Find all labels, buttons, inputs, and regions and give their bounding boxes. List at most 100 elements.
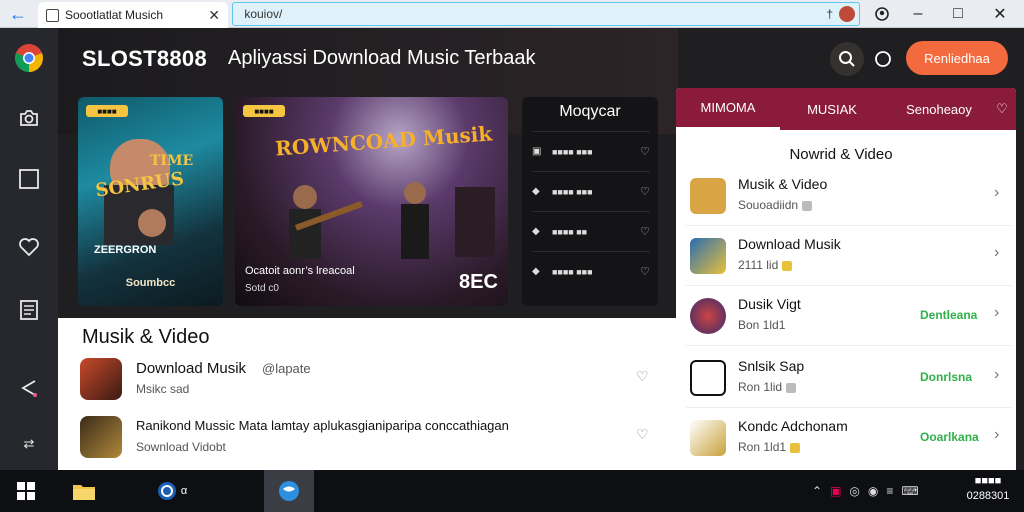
chevron-right-icon[interactable]: ›	[994, 426, 999, 444]
item-thumbnail	[80, 358, 122, 400]
item-meta: Ron 1lid	[738, 380, 797, 394]
tray-app-icon[interactable]: ▣	[830, 484, 841, 498]
tab-musiak[interactable]: MUSIAK	[780, 88, 884, 130]
item-title: Download Musik	[136, 360, 247, 377]
app-icon	[690, 360, 726, 396]
heart-icon[interactable]: ♡	[640, 145, 650, 158]
back-arrow-icon[interactable]: ←	[6, 3, 30, 25]
download-action[interactable]: Dentleana	[920, 308, 977, 322]
maximize-icon[interactable]: □	[938, 0, 978, 28]
item-handle: @lapate	[262, 361, 311, 376]
page-headline: Apliyassi Download Music Terbaak	[228, 47, 536, 69]
card-caption: Soumbcc	[125, 277, 176, 289]
heart-icon[interactable]: ♡	[640, 265, 650, 278]
address-bar[interactable]: kouiov/ †	[232, 2, 860, 26]
download-action[interactable]: Donrlsna	[920, 370, 972, 384]
item-meta: Bon 1ld1	[738, 318, 786, 332]
tab-close-icon[interactable]: ✕	[208, 7, 220, 24]
document-list-icon[interactable]	[13, 294, 45, 326]
panel-list-item[interactable]: Snlsik Sap Ron 1lid Donrlsna ›	[686, 352, 1012, 408]
brand-logo[interactable]: SLOST8808	[82, 46, 207, 72]
taskbar-browser-icon[interactable]	[264, 470, 314, 512]
url-text: kouiov/	[241, 7, 283, 21]
section-title: Musik & Video	[82, 326, 210, 348]
heart-icon[interactable]	[13, 231, 45, 263]
item-meta: Sownload Vidobt	[136, 440, 226, 454]
download-cta-button[interactable]: Renliedhaa	[906, 41, 1008, 75]
tab-mimoma[interactable]: MIMOMA	[676, 88, 780, 130]
side-list-item[interactable]: ◆ ■■■■ ■■ ♡	[532, 211, 650, 251]
minimize-icon[interactable]: –	[898, 0, 938, 28]
card-meta: Sotd c0	[245, 283, 279, 294]
panel-list-item[interactable]: Download Musik 2111 lid ›	[686, 230, 1012, 286]
panel-title: Nowrid & Video	[789, 146, 893, 163]
profile-avatar[interactable]	[839, 6, 855, 22]
keyboard-icon[interactable]: ⌨	[901, 484, 918, 498]
windows-start-icon[interactable]	[8, 470, 44, 512]
share-icon[interactable]	[13, 372, 45, 404]
extension-icon[interactable]: †	[826, 7, 833, 21]
heart-icon[interactable]: ♡	[636, 426, 649, 443]
item-name: Musik & Video	[738, 176, 828, 192]
svg-text:TIME: TIME	[150, 153, 193, 169]
close-window-icon[interactable]: ✕	[980, 0, 1020, 28]
app-icon	[690, 420, 726, 456]
item-meta: Ron 1ld1	[738, 440, 801, 454]
poster-subtitle: ZEERGRON	[94, 244, 156, 256]
heart-icon[interactable]: ♡	[640, 225, 650, 238]
chevron-up-icon[interactable]: ⌃	[812, 484, 822, 498]
right-panel-tabs: MIMOMA MUSIAK Senoheaoy ♡	[676, 88, 1016, 130]
taskbar-clock[interactable]: ■■■■ 0288301	[958, 474, 1018, 504]
app-icon	[690, 298, 726, 334]
sync-icon[interactable]: ⇄	[13, 428, 45, 460]
search-icon[interactable]	[830, 42, 864, 76]
item-thumbnail	[80, 416, 122, 458]
heart-icon[interactable]: ♡	[636, 368, 649, 385]
panel-list-item[interactable]: Kondc Adchonam Ron 1ld1 Ooarlkana ›	[686, 412, 1012, 468]
card-badge: ■■■■	[243, 105, 285, 117]
tab-senoheaoy[interactable]: Senoheaoy	[884, 88, 994, 130]
featured-card-concert[interactable]: ■■■■ ROWNCOAD Musik Ocatoit aonr’s lreac…	[235, 97, 508, 306]
card-title: ROWNCOAD Musik	[274, 121, 493, 161]
clock-time: ■■■■	[974, 475, 1002, 487]
favorites-icon[interactable]	[866, 42, 900, 76]
list-item[interactable]: Download Musik @lapate Msikc sad ♡	[80, 358, 660, 404]
item-meta: Msikc sad	[136, 382, 190, 396]
side-list-item[interactable]: ◆ ■■■■ ■■■ ♡	[532, 171, 650, 211]
chevron-right-icon[interactable]: ›	[994, 244, 999, 262]
list-item-icon: ◆	[532, 185, 540, 197]
chevron-right-icon[interactable]: ›	[994, 366, 999, 384]
side-list-item[interactable]: ▣ ■■■■ ■■■ ♡	[532, 131, 650, 171]
chevron-right-icon[interactable]: ›	[994, 184, 999, 202]
system-tray: ⌃ ▣ ◎ ◉ ≡ ⌨	[812, 478, 919, 504]
panel-list-item[interactable]: Musik & Video Souoadiidn ›	[686, 170, 1012, 226]
side-list-item[interactable]: ◆ ■■■■ ■■■ ♡	[532, 251, 650, 291]
download-action[interactable]: Ooarlkana	[920, 430, 979, 444]
heart-icon[interactable]: ♡	[640, 185, 650, 198]
taskbar-app[interactable]: α	[148, 470, 196, 512]
app-icon	[690, 238, 726, 274]
camera-icon[interactable]	[13, 102, 45, 134]
card-badge: ■■■■	[86, 105, 128, 117]
featured-card-poster[interactable]: ■■■■ SONRUS TIME ZEERGRON Soumbcc	[78, 97, 223, 306]
list-item-icon: ▣	[532, 145, 542, 157]
network-icon[interactable]: ◎	[849, 484, 859, 498]
app-circle-icon	[157, 482, 176, 500]
heart-icon[interactable]: ♡	[988, 88, 1016, 130]
chevron-right-icon[interactable]: ›	[994, 304, 999, 322]
concert-artwork	[289, 182, 495, 259]
list-item-icon: ◆	[532, 225, 540, 237]
browser-tab[interactable]: Soootlatlat Musich ✕	[38, 2, 228, 28]
chrome-logo-icon[interactable]	[13, 42, 45, 74]
card-count: 8EC	[459, 271, 498, 293]
account-icon[interactable]	[862, 0, 902, 28]
clock-date: 0288301	[966, 490, 1010, 502]
square-icon[interactable]	[13, 163, 45, 195]
side-list-panel: Moqycar ▣ ■■■■ ■■■ ♡ ◆ ■■■■ ■■■ ♡ ◆ ■■■■ ■■ ♡ …	[522, 97, 658, 306]
item-name: Dusik Vigt	[738, 296, 801, 312]
file-explorer-icon[interactable]	[64, 470, 104, 512]
language-icon[interactable]: ≡	[886, 484, 893, 498]
list-item[interactable]: Ranikond Mussic Mata lamtay aplukasgiani…	[80, 416, 660, 462]
volume-icon[interactable]: ◉	[868, 484, 878, 498]
panel-list-item[interactable]: Dusik Vigt Bon 1ld1 Dentleana ›	[686, 290, 1012, 346]
